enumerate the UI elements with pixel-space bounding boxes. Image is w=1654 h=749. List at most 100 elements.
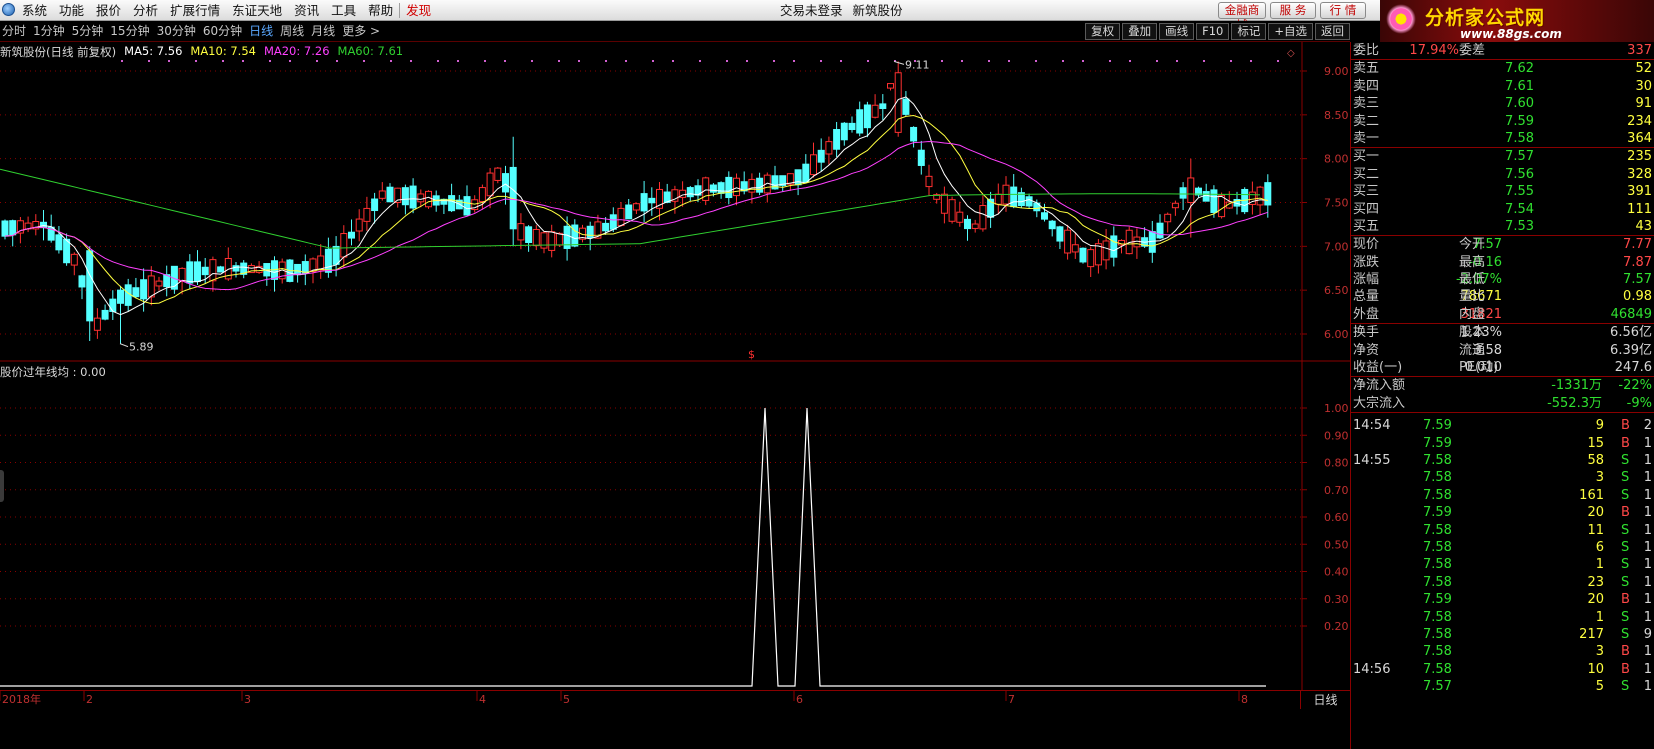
tick-volume: 3 [1595, 644, 1604, 660]
tick-count: 1 [1643, 435, 1652, 451]
tool-button-5[interactable]: +自选 [1268, 23, 1313, 40]
price-tick: 9.00 [1324, 65, 1349, 78]
tool-button-2[interactable]: 画线 [1159, 23, 1195, 40]
stat-label: 内盘 [1459, 306, 1486, 322]
tick-side: S [1621, 679, 1630, 695]
indicator-tick: 0.30 [1324, 593, 1349, 606]
menu-item-7[interactable]: 工具 [325, 0, 362, 21]
ma10-legend: MA10: 7.54 [190, 44, 256, 58]
bid-label: 买一 [1353, 149, 1380, 165]
event-marker [1129, 60, 1131, 62]
event-marker [504, 60, 506, 62]
tick-count: 1 [1643, 609, 1652, 625]
menu-item-8[interactable]: 帮助 [362, 0, 399, 21]
tick-list: 14:54 7.59 9 B 2 7.59 15 B 1 14:55 7.58 58 S 1 7.58 3 S 1… [1351, 417, 1654, 695]
tick-row: 7.58 3 S 1 [1351, 469, 1654, 486]
menu-item-2[interactable]: 报价 [90, 0, 127, 21]
event-marker [793, 60, 795, 62]
ma-legend: 新筑股份(日线 前复权) MA5: 7.56 MA10: 7.54 MA20: … [0, 44, 403, 60]
menu-item-9[interactable]: 发现 [400, 0, 437, 21]
flower-logo-icon [1386, 4, 1416, 34]
bid-volume: 391 [1627, 184, 1652, 200]
period-tab-1[interactable]: 1分钟 [33, 21, 65, 42]
indicator-chart[interactable]: 1.00 0.90 0.80 0.70 0.60 0.50 0.40 0.30 0.20 [0, 362, 1350, 690]
tick-count: 1 [1643, 539, 1652, 555]
tick-price: 7.58 [1423, 609, 1452, 625]
tick-count: 1 [1643, 574, 1652, 590]
tick-volume: 5 [1595, 679, 1604, 695]
ma5-legend: MA5: 7.56 [124, 44, 183, 58]
svg-text:5.89: 5.89 [129, 341, 154, 354]
date-tick: 4 [479, 693, 486, 706]
brand-url: www.88gs.com [1460, 27, 1562, 41]
tick-price: 7.58 [1423, 470, 1452, 486]
app-logo-icon[interactable] [2, 3, 15, 16]
tick-volume: 11 [1587, 522, 1604, 538]
menu-item-3[interactable]: 分析 [127, 0, 164, 21]
event-marker [531, 60, 533, 62]
menu-item-5[interactable]: 东证天地 [226, 0, 288, 21]
service-button[interactable]: 服 务 [1270, 2, 1316, 19]
fund-label: 收益(一) [1353, 360, 1403, 376]
menu-item-6[interactable]: 资讯 [288, 0, 325, 21]
period-tab-4[interactable]: 30分钟 [157, 21, 196, 42]
stat-row: 涨跌 -0.16 最高 7.87 [1351, 254, 1654, 271]
tool-button-1[interactable]: 叠加 [1122, 23, 1158, 40]
tick-price: 7.59 [1423, 592, 1452, 608]
market-button[interactable]: 行 情 [1320, 2, 1366, 19]
event-marker [457, 60, 459, 62]
menu-item-4[interactable]: 扩展行情 [164, 0, 226, 21]
period-tab-7[interactable]: 周线 [280, 21, 304, 42]
tick-row: 7.59 15 B 1 [1351, 435, 1654, 452]
period-tab-9[interactable]: 更多 > [342, 21, 380, 42]
period-tab-5[interactable]: 60分钟 [203, 21, 242, 42]
app-window: 系统功能报价分析扩展行情东证天地资讯工具帮助发现 交易未登录 新筑股份 金融商城… [0, 0, 1654, 749]
tool-button-0[interactable]: 复权 [1085, 23, 1121, 40]
tick-row: 14:55 7.58 58 S 1 [1351, 452, 1654, 469]
menu-item-0[interactable]: 系统 [16, 0, 53, 21]
bid-row: 买五 7.53 43 [1351, 218, 1654, 235]
stat-label: 量比 [1459, 289, 1486, 305]
split-marker: $ [748, 348, 755, 361]
tool-button-3[interactable]: F10 [1196, 23, 1230, 40]
bid-row: 买二 7.56 328 [1351, 166, 1654, 183]
tick-count: 9 [1643, 626, 1652, 642]
event-marker [558, 60, 560, 62]
date-tick: 8 [1241, 693, 1248, 706]
event-marker [672, 60, 674, 62]
period-tabs: 分时 1分钟 5分钟 15分钟 30分钟 60分钟 日线 周线 月线 更多 > [2, 21, 387, 42]
panel-resize-handle[interactable] [0, 470, 4, 502]
ask-price: 7.59 [1505, 113, 1534, 129]
bid-label: 买五 [1353, 218, 1380, 234]
event-marker [578, 60, 580, 62]
period-tab-2[interactable]: 5分钟 [72, 21, 104, 42]
stat-value: 0.98 [1623, 289, 1652, 305]
tool-button-6[interactable]: 返回 [1315, 23, 1350, 40]
ask-volume: 30 [1635, 78, 1652, 94]
event-marker [437, 60, 439, 62]
login-status[interactable]: 交易未登录 [780, 0, 843, 21]
period-tab-0[interactable]: 分时 [2, 21, 26, 42]
tick-count: 1 [1643, 679, 1652, 695]
stat-value: 7.77 [1623, 237, 1652, 253]
flow-label: 大宗流入 [1353, 395, 1406, 411]
tick-count: 1 [1643, 557, 1652, 573]
period-toolbar: 分时 1分钟 5分钟 15分钟 30分钟 60分钟 日线 周线 月线 更多 > 复权 叠加 画线 F10… [0, 21, 1350, 42]
fund-label: 换手 [1353, 325, 1380, 341]
period-tab-6[interactable]: 日线 [249, 21, 273, 42]
flow-row: 大宗流入 -552.3万 -9% [1351, 395, 1654, 412]
finance-mall-button[interactable]: 金融商城 [1218, 2, 1266, 32]
event-marker [746, 60, 748, 62]
tool-button-4[interactable]: 标记 [1231, 23, 1267, 40]
weibi-label: 委比 [1353, 43, 1380, 58]
menu-item-1[interactable]: 功能 [53, 0, 90, 21]
kline-chart[interactable]: 9.00 8.50 8.00 7.50 7.00 6.50 6.00 ◇ 9.11 5.89 $ [0, 42, 1350, 362]
period-tab-3[interactable]: 15分钟 [110, 21, 149, 42]
tick-volume: 58 [1587, 452, 1604, 468]
ask-row: 卖一 7.58 364 [1351, 130, 1654, 147]
period-tab-8[interactable]: 月线 [311, 21, 335, 42]
event-marker [625, 60, 627, 62]
ask-label: 卖二 [1353, 113, 1380, 129]
candle [425, 190, 432, 209]
collapse-icon[interactable]: ◇ [1287, 48, 1295, 59]
